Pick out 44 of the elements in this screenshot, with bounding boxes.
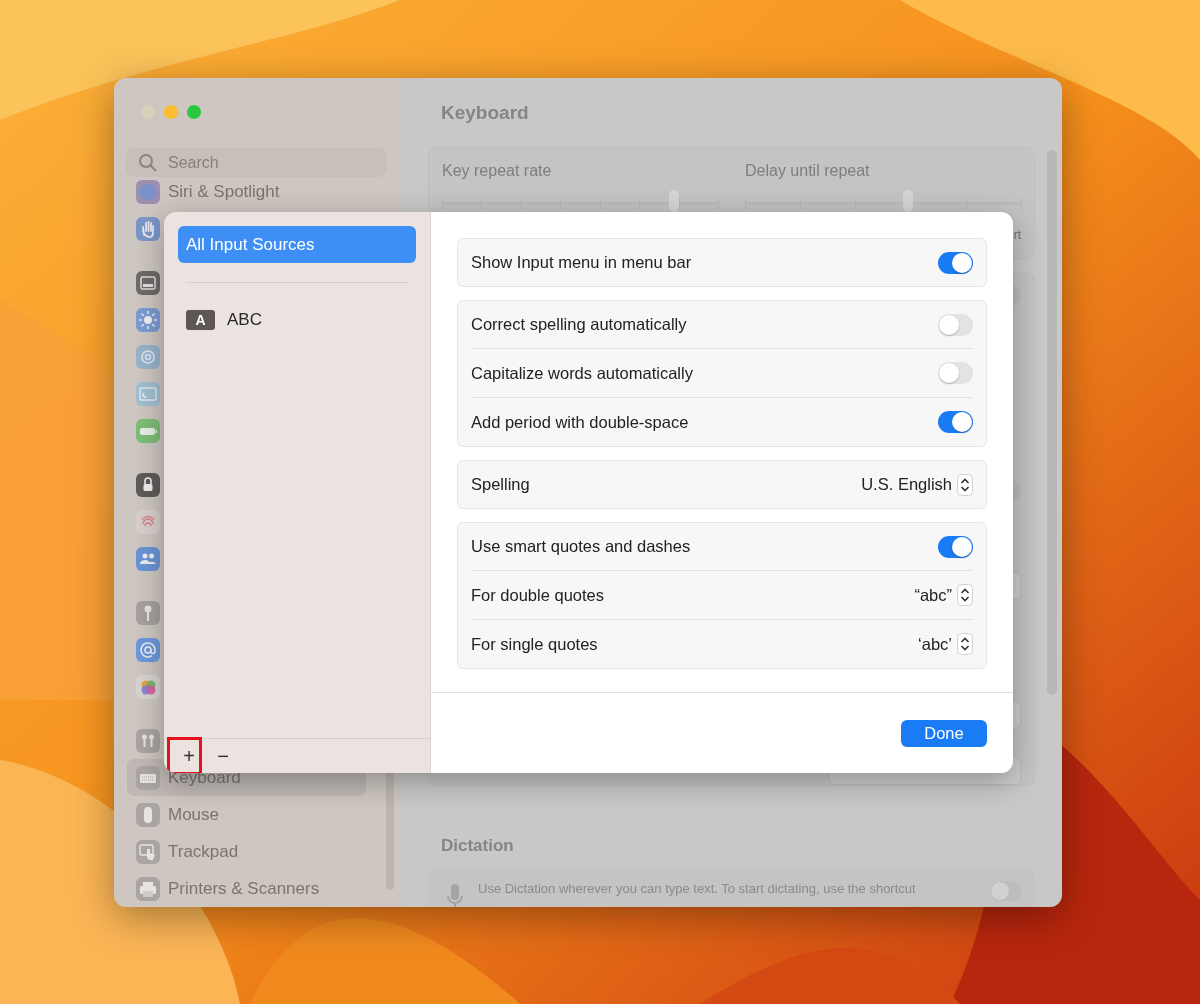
toggle-switch[interactable]: [938, 362, 973, 384]
search-field[interactable]: Search: [126, 148, 387, 177]
sidebar-item[interactable]: Mouse: [127, 796, 366, 833]
mouse-icon: [136, 802, 160, 827]
popup-button[interactable]: “abc”: [914, 584, 973, 606]
setting-label: Show Input menu in menu bar: [471, 253, 692, 272]
microphone-icon: [446, 884, 464, 907]
printer-icon: [136, 876, 160, 901]
source-item[interactable]: A ABC: [178, 301, 416, 338]
toggle-switch[interactable]: [938, 251, 973, 274]
slider-label: rt: [1013, 228, 1021, 242]
keyboard-icon: [136, 765, 160, 790]
highlight-frame: [167, 737, 202, 773]
toggle-switch[interactable]: [938, 411, 973, 433]
popup-button[interactable]: ‘abc’: [918, 633, 973, 655]
popup-button[interactable]: U.S. English: [861, 473, 973, 496]
source-item[interactable]: All Input Sources: [178, 226, 416, 263]
siri-icon: [136, 179, 160, 204]
setting-label: For double quotes: [471, 585, 604, 605]
setting-label: Use smart quotes and dashes: [471, 537, 691, 556]
slider-label: Key repeat rate: [442, 162, 553, 181]
stepper-icon: [957, 584, 973, 606]
setting-label: Capitalize words automatically: [471, 363, 693, 383]
page-title: Keyboard: [441, 102, 530, 124]
slider-thumb[interactable]: [902, 190, 913, 212]
section-heading: Dictation: [441, 836, 515, 856]
toggle-switch[interactable]: [938, 535, 973, 558]
slider-thumb[interactable]: [668, 190, 679, 212]
done-button[interactable]: Done: [901, 719, 987, 747]
setting-label: Add period with double-space: [471, 412, 689, 432]
setting-label: For single quotes: [471, 634, 598, 654]
setting-label: Correct spelling automatically: [471, 315, 687, 334]
sidebar-item[interactable]: Printers & Scanners: [127, 870, 366, 907]
stepper-icon: [957, 633, 973, 655]
slider-label: Delay until repeat: [745, 162, 871, 181]
stepper-icon: [957, 473, 973, 496]
setting-label: Spelling: [471, 475, 530, 494]
description-text: Use Dictation wherever you can type text. To start dictating, use the shortcut: [478, 881, 917, 898]
minimize-button[interactable]: [164, 105, 178, 119]
sidebar-item[interactable]: Trackpad: [127, 833, 366, 870]
toggle-switch[interactable]: [938, 313, 973, 336]
badge-label: A: [186, 309, 215, 330]
zoom-button[interactable]: [187, 105, 201, 119]
hand-pointer-icon: [136, 839, 160, 864]
